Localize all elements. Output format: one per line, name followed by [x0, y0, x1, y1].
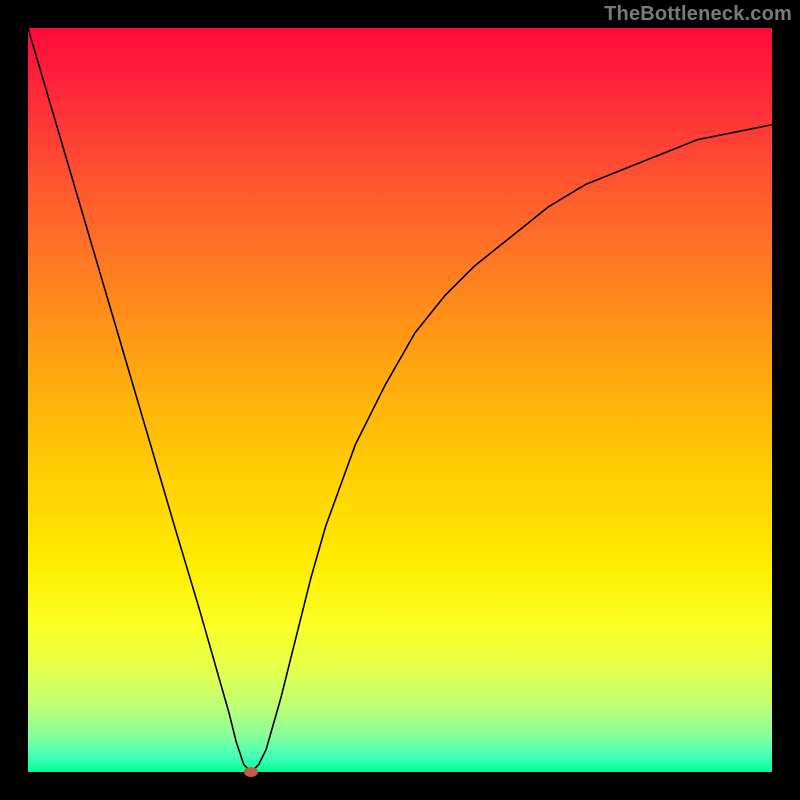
- bottleneck-curve: [28, 28, 772, 772]
- watermark-text: TheBottleneck.com: [604, 3, 792, 26]
- optimum-marker: [244, 767, 258, 777]
- plot-area: [28, 28, 772, 772]
- chart-frame: TheBottleneck.com: [0, 0, 800, 800]
